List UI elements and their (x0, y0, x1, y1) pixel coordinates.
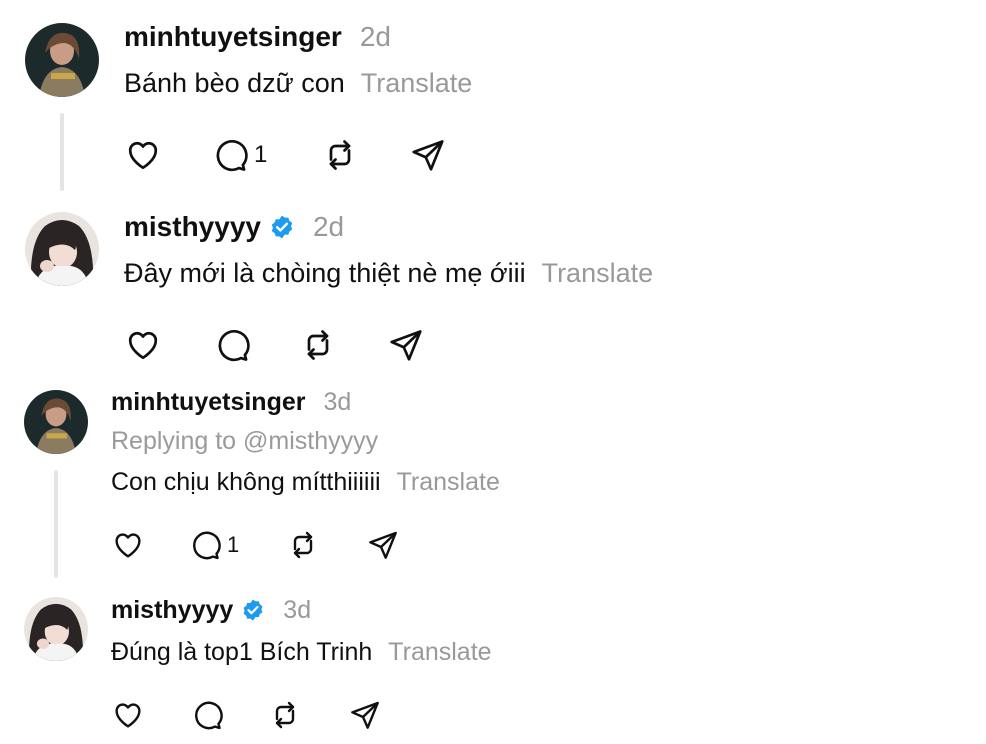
share-icon (412, 140, 444, 171)
comment-4: misthyyyy 3d Đúng là top1 Bích Trinh Tran… (0, 585, 986, 744)
action-bar: 1 (111, 525, 411, 565)
comment-text: Đúng là top1 Bích Trinh (111, 638, 373, 666)
comment-body: Con chịu không mítthiiiiii Translate (111, 468, 500, 497)
action-bar: 1 (124, 135, 464, 175)
heart-icon (115, 703, 141, 728)
timestamp[interactable]: 3d (323, 388, 351, 417)
avatar[interactable] (25, 23, 99, 97)
like-button[interactable] (124, 325, 162, 365)
comment-text: Con chịu không mítthiiiiii (111, 468, 381, 496)
replying-to[interactable]: Replying to @misthyyyy (111, 427, 378, 456)
reply-count: 1 (227, 532, 240, 557)
thread-line (60, 113, 64, 191)
comment-2: misthyyyy 2d Đây mới là chòing thiệt nè … (0, 195, 986, 370)
thread-line (54, 470, 58, 578)
share-icon (351, 701, 379, 729)
reply-button[interactable]: 1 (212, 135, 267, 175)
username[interactable]: misthyyyy (111, 596, 233, 625)
heart-icon (128, 141, 158, 170)
heart-icon (128, 331, 158, 360)
repost-icon (329, 140, 351, 170)
timestamp[interactable]: 2d (360, 21, 391, 53)
avatar[interactable] (25, 212, 99, 286)
translate-link[interactable]: Translate (542, 258, 654, 288)
comment-body: Đây mới là chòing thiệt nè mẹ ớiii Transl… (124, 258, 653, 289)
reply-button[interactable] (191, 695, 229, 735)
repost-button[interactable] (269, 695, 301, 735)
comment-header: minhtuyetsinger 3d (111, 386, 351, 418)
username[interactable]: misthyyyy (124, 211, 261, 243)
reply-count: 1 (254, 141, 268, 168)
comment-icon (193, 531, 221, 560)
verified-badge-icon (241, 598, 265, 622)
username[interactable]: minhtuyetsinger (124, 21, 342, 53)
repost-icon (307, 330, 329, 360)
heart-icon (115, 533, 141, 558)
username[interactable]: minhtuyetsinger (111, 388, 305, 417)
translate-link[interactable]: Translate (388, 638, 491, 666)
share-icon (390, 330, 422, 361)
repost-icon (275, 701, 295, 729)
share-icon (369, 531, 397, 559)
reply-button[interactable]: 1 (189, 525, 239, 565)
share-button[interactable] (367, 525, 399, 565)
comment-body: Đúng là top1 Bích Trinh Translate (111, 638, 492, 667)
translate-link[interactable]: Translate (361, 68, 473, 98)
comment-header: minhtuyetsinger 2d (124, 20, 391, 54)
comment-1: minhtuyetsinger 2d Bánh bèo dzữ con Trans… (0, 0, 986, 195)
comment-header: misthyyyy 3d (111, 594, 311, 626)
like-button[interactable] (111, 525, 145, 565)
share-button[interactable] (388, 325, 424, 365)
like-button[interactable] (111, 695, 145, 735)
comment-3: minhtuyetsinger 3d Replying to @misthyyy… (0, 370, 986, 585)
share-button[interactable] (410, 135, 446, 175)
reply-button[interactable] (214, 325, 256, 365)
comment-header: misthyyyy 2d (124, 210, 344, 244)
repost-button[interactable] (322, 135, 358, 175)
avatar[interactable] (24, 597, 88, 661)
repost-icon (293, 531, 313, 559)
like-button[interactable] (124, 135, 162, 175)
translate-link[interactable]: Translate (397, 468, 500, 496)
action-bar (111, 695, 391, 735)
repost-button[interactable] (300, 325, 336, 365)
avatar[interactable] (24, 390, 88, 454)
comment-icon (218, 330, 250, 362)
comment-body: Bánh bèo dzữ con Translate (124, 68, 472, 99)
verified-badge-icon (269, 214, 295, 240)
share-button[interactable] (349, 695, 381, 735)
action-bar (124, 325, 444, 365)
comment-text: Đây mới là chòing thiệt nè mẹ ớiii (124, 258, 526, 288)
repost-button[interactable] (287, 525, 319, 565)
comment-icon (216, 140, 248, 172)
comment-icon (195, 701, 223, 730)
timestamp[interactable]: 3d (283, 596, 311, 625)
timestamp[interactable]: 2d (313, 211, 344, 243)
comment-text: Bánh bèo dzữ con (124, 68, 345, 98)
